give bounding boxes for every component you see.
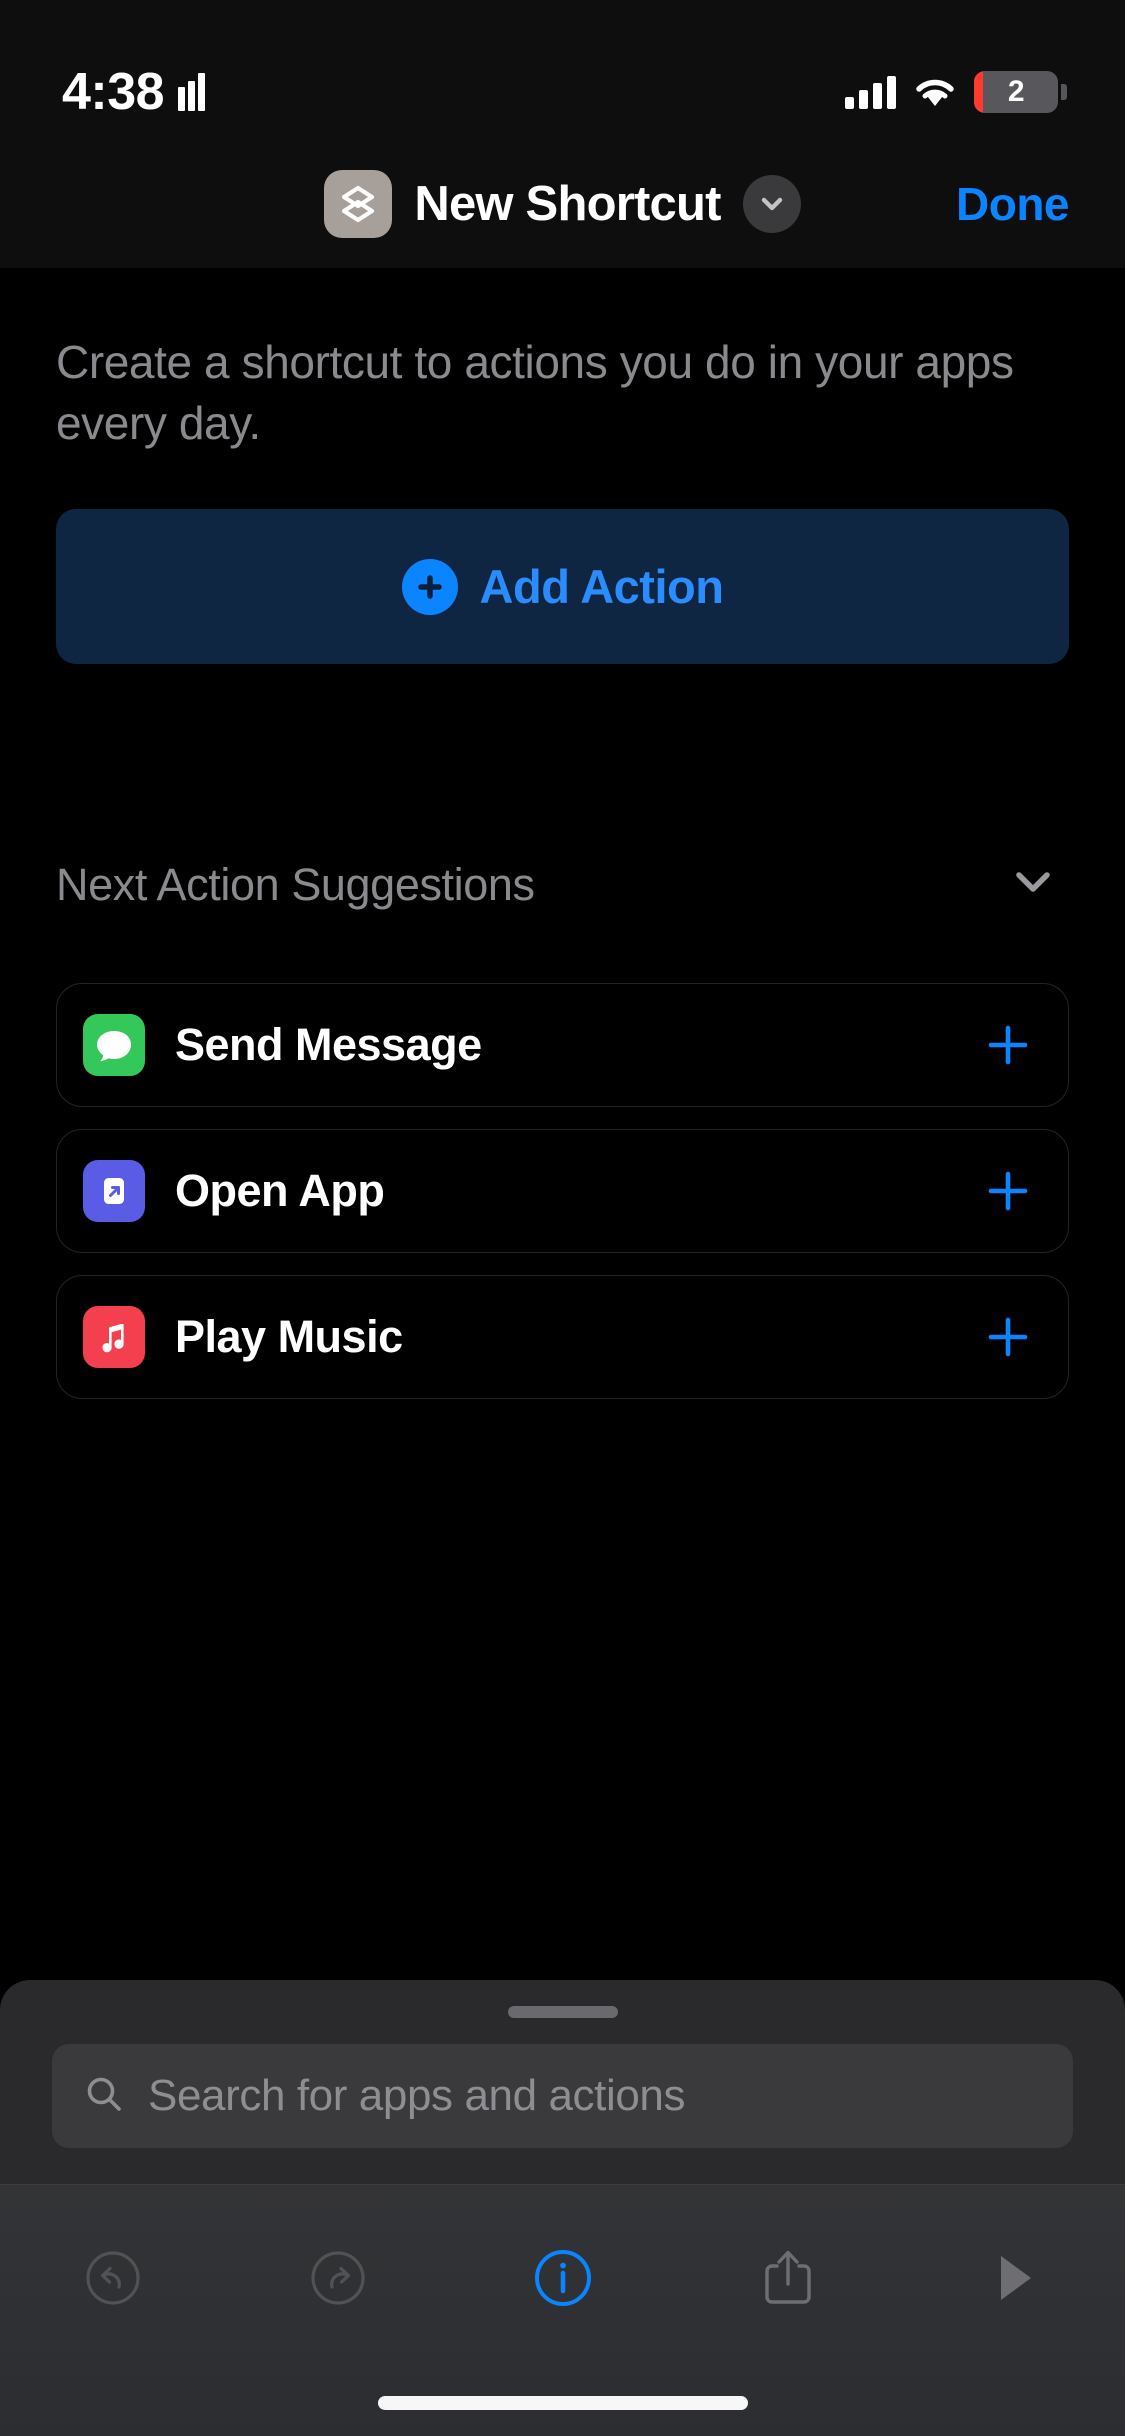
iphone-screen: 4:38 2 New Shortcut Done Create a shortc… bbox=[0, 0, 1125, 2436]
status-bar-left: 4:38 bbox=[62, 63, 206, 121]
page-title: New Shortcut bbox=[414, 177, 721, 231]
messages-icon bbox=[83, 1014, 145, 1076]
search-icon bbox=[82, 2072, 126, 2121]
battery-percent-label: 2 bbox=[1007, 75, 1025, 108]
suggestion-list: Send Message Open App Play Music bbox=[56, 983, 1069, 1421]
suggestion-label: Open App bbox=[175, 1165, 385, 1216]
next-action-suggestions-header: Next Action Suggestions bbox=[56, 857, 1069, 912]
status-bar-right: 2 bbox=[845, 71, 1067, 113]
suggestion-label: Play Music bbox=[175, 1311, 403, 1362]
suggestion-row-play-music[interactable]: Play Music bbox=[56, 1275, 1069, 1399]
search-placeholder: Search for apps and actions bbox=[148, 2071, 686, 2120]
action-library-sheet: Search for apps and actions bbox=[0, 1980, 1125, 2436]
info-circle-icon[interactable] bbox=[488, 2223, 638, 2333]
add-action-button[interactable]: Add Action bbox=[56, 509, 1069, 664]
done-button[interactable]: Done bbox=[956, 177, 1070, 231]
plus-icon[interactable] bbox=[982, 1311, 1034, 1363]
cellular-signal-icon bbox=[845, 75, 896, 109]
plus-circle-icon bbox=[401, 558, 458, 615]
suggestion-row-send-message[interactable]: Send Message bbox=[56, 983, 1069, 1107]
battery-indicator: 2 bbox=[974, 71, 1067, 113]
undo-icon[interactable] bbox=[38, 2223, 188, 2333]
status-bar-clock: 4:38 bbox=[62, 63, 165, 121]
redo-icon[interactable] bbox=[263, 2223, 413, 2333]
home-indicator bbox=[377, 2396, 748, 2410]
chevron-down-icon[interactable] bbox=[742, 175, 801, 233]
search-input[interactable]: Search for apps and actions bbox=[52, 2044, 1073, 2148]
navigation-bar: New Shortcut Done bbox=[0, 140, 1125, 268]
play-icon[interactable] bbox=[938, 2223, 1088, 2333]
audio-bars-icon bbox=[178, 73, 206, 111]
plus-icon[interactable] bbox=[982, 1019, 1034, 1071]
intro-description: Create a shortcut to actions you do in y… bbox=[56, 336, 1014, 449]
music-icon bbox=[83, 1306, 145, 1368]
share-icon[interactable] bbox=[713, 2223, 863, 2333]
add-action-label: Add Action bbox=[479, 560, 724, 613]
sheet-grabber-handle[interactable] bbox=[507, 2006, 618, 2018]
suggestion-label: Send Message bbox=[175, 1019, 482, 1070]
section-title: Next Action Suggestions bbox=[56, 858, 535, 910]
wifi-icon bbox=[914, 76, 956, 108]
plus-icon[interactable] bbox=[982, 1165, 1034, 1217]
status-bar: 4:38 2 bbox=[0, 0, 1125, 140]
shortcut-layers-icon[interactable] bbox=[324, 170, 393, 238]
suggestion-row-open-app[interactable]: Open App bbox=[56, 1129, 1069, 1253]
open-app-icon bbox=[83, 1160, 145, 1222]
chevron-down-icon[interactable] bbox=[997, 857, 1069, 912]
